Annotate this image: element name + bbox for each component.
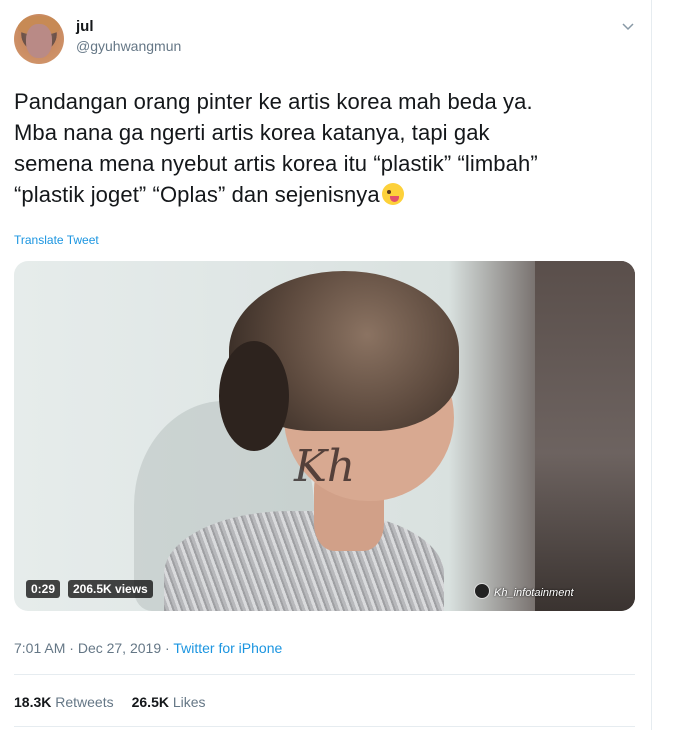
chevron-down-icon[interactable]	[620, 18, 636, 34]
avatar[interactable]	[14, 14, 64, 64]
zany-face-emoji-icon	[381, 183, 404, 205]
tweet-date[interactable]: Dec 27, 2019	[78, 640, 161, 656]
retweets-stat[interactable]: 18.3K Retweets	[14, 694, 114, 710]
tweet-meta: 7:01 AM · Dec 27, 2019 · Twitter for iPh…	[14, 640, 283, 656]
tweet-time[interactable]: 7:01 AM	[14, 640, 65, 656]
video-player[interactable]: Kh 0:29 206.5K views Kh_infotainment	[14, 261, 635, 611]
tweet-stats: 18.3K Retweets 26.5K Likes	[14, 694, 206, 710]
video-channel-watermark: Kh_infotainment	[474, 583, 574, 599]
tweet-text-line: Mba nana ga ngerti artis korea katanya, …	[14, 120, 490, 145]
instagram-icon	[474, 583, 490, 599]
user-name[interactable]: jul	[76, 18, 94, 35]
video-watermark: Kh	[294, 441, 356, 492]
tweet-text: Pandangan orang pinter ke artis korea ma…	[14, 86, 634, 210]
tweet-source-link[interactable]: Twitter for iPhone	[173, 640, 282, 656]
tweet-card: jul @gyuhwangmun Pandangan orang pinter …	[0, 0, 652, 730]
video-views-badge: 206.5K views	[68, 580, 153, 598]
video-duration-badge: 0:29	[26, 580, 61, 598]
divider	[14, 674, 635, 675]
tweet-text-line: semena mena nyebut artis korea itu “plas…	[14, 151, 538, 176]
divider	[14, 726, 635, 727]
tweet-text-line: Pandangan orang pinter ke artis korea ma…	[14, 89, 533, 114]
translate-tweet-link[interactable]: Translate Tweet	[14, 233, 99, 247]
user-handle[interactable]: @gyuhwangmun	[76, 38, 181, 54]
likes-stat[interactable]: 26.5K Likes	[132, 694, 206, 710]
tweet-text-line: “plastik joget” “Oplas” dan sejenisnya	[14, 179, 634, 210]
